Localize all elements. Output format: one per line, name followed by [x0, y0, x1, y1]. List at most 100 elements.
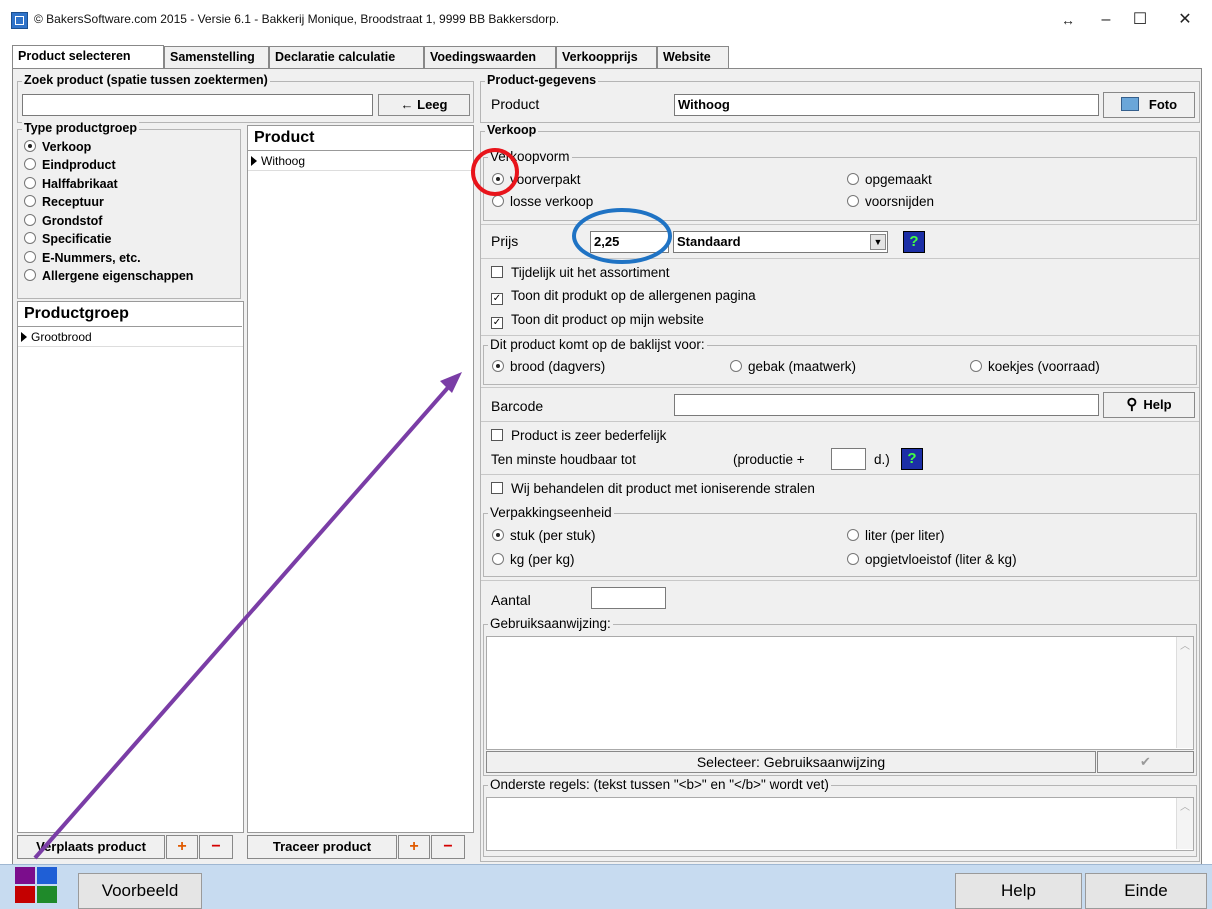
tab-verkoopprijs[interactable]: Verkoopprijs: [556, 46, 657, 68]
verplaats-product-button[interactable]: Verplaats product: [17, 835, 165, 859]
add-group-button[interactable]: +: [166, 835, 198, 859]
prijs-help-icon[interactable]: ?: [903, 231, 925, 253]
aantal-input[interactable]: [591, 587, 666, 609]
radio-voorverpakt[interactable]: voorverpakt: [492, 172, 581, 187]
radio-verkoop[interactable]: Verkoop: [24, 140, 91, 154]
dropdown-arrow-icon[interactable]: ▼: [870, 234, 886, 250]
days-label: d.): [874, 452, 890, 467]
tab-product-selecteren[interactable]: Product selecteren: [12, 45, 164, 69]
voorbeeld-button[interactable]: Voorbeeld: [78, 873, 202, 909]
magnifier-icon: ⚲: [1126, 396, 1138, 413]
remove-product-button[interactable]: −: [431, 835, 465, 859]
check-allergenen[interactable]: ✓ Toon dit produkt op de allergenen pagin…: [491, 288, 756, 305]
remove-group-button[interactable]: −: [199, 835, 233, 859]
radio-halffabrikaat[interactable]: Halffabrikaat: [24, 177, 118, 191]
radio-liter[interactable]: liter (per liter): [847, 528, 945, 543]
traceer-product-button[interactable]: Traceer product: [247, 835, 397, 859]
radio-kg[interactable]: kg (per kg): [492, 552, 575, 567]
checkbox: [491, 429, 503, 441]
radio-stuk[interactable]: stuk (per stuk): [492, 528, 596, 543]
verkoopvorm-group: Verkoopvorm voorverpakt opgemaakt losse …: [483, 149, 1197, 221]
radio-allergene[interactable]: Allergene eigenschappen: [24, 269, 193, 283]
radio-opgietvloeistof[interactable]: opgietvloeistof (liter & kg): [847, 552, 1017, 567]
foto-button[interactable]: Foto: [1103, 92, 1195, 118]
table-row[interactable]: Grootbrood: [18, 328, 243, 347]
maximize-button[interactable]: ☐: [1120, 6, 1160, 34]
confirm-check-button[interactable]: ✔: [1097, 751, 1194, 773]
main-panel: Zoek product (spatie tussen zoektermen) …: [12, 68, 1202, 865]
search-group: Zoek product (spatie tussen zoektermen) …: [17, 73, 474, 123]
radio-brood[interactable]: brood (dagvers): [492, 359, 605, 374]
radio-losse-verkoop[interactable]: losse verkoop: [492, 194, 593, 209]
product-header: Product: [248, 126, 472, 151]
checkbox: [491, 482, 503, 494]
help-button[interactable]: Help: [955, 873, 1082, 909]
clear-button[interactable]: ← Leeg: [378, 94, 470, 116]
productie-label: (productie +: [733, 452, 805, 467]
tab-declaratie-calculatie[interactable]: Declaratie calculatie: [269, 46, 424, 68]
verpakking-label: Verpakkingseenheid: [488, 505, 614, 520]
check-tijdelijk[interactable]: Tijdelijk uit het assortiment: [491, 265, 670, 280]
logo-square-purple: [15, 867, 35, 884]
radio-eindproduct[interactable]: Eindproduct: [24, 158, 116, 172]
radio-opgemaakt[interactable]: opgemaakt: [847, 172, 932, 187]
radio-dot: [847, 529, 859, 541]
gebruik-textarea[interactable]: [486, 636, 1194, 750]
scrollbar[interactable]: ︿: [1176, 798, 1193, 849]
divider: [481, 335, 1199, 336]
productgroep-header: Productgroep: [18, 302, 242, 327]
app-icon: [11, 12, 28, 29]
product-gegevens-group: Product-gegevens Product Withoog Foto: [480, 73, 1200, 123]
radio-dot: [492, 529, 504, 541]
radio-dot: [24, 140, 36, 152]
radio-koekjes[interactable]: koekjes (voorraad): [970, 359, 1100, 374]
tab-samenstelling[interactable]: Samenstelling: [164, 46, 269, 68]
check-ioniserend[interactable]: Wij behandelen dit product met ioniseren…: [491, 481, 815, 496]
radio-dot: [492, 195, 504, 207]
radio-voorsnijden[interactable]: voorsnijden: [847, 194, 934, 209]
onderste-label: Onderste regels: (tekst tussen "<b>" en …: [488, 777, 831, 792]
product-label: Product: [491, 96, 540, 112]
onderste-textarea[interactable]: [486, 797, 1194, 851]
divider: [481, 387, 1199, 388]
verkoop-label: Verkoop: [485, 123, 539, 137]
radio-dot: [492, 553, 504, 565]
einde-button[interactable]: Einde: [1085, 873, 1207, 909]
tab-voedingswaarden[interactable]: Voedingswaarden: [424, 46, 556, 68]
radio-grondstof[interactable]: Grondstof: [24, 214, 102, 228]
houdbaar-label: Ten minste houdbaar tot: [491, 452, 636, 467]
add-product-button[interactable]: +: [398, 835, 430, 859]
row-pointer-icon: [251, 156, 257, 166]
barcode-input[interactable]: [674, 394, 1099, 416]
radio-e-nummers[interactable]: E-Nummers, etc.: [24, 251, 141, 265]
barcode-help-button[interactable]: ⚲ Help: [1103, 392, 1195, 418]
resize-icon[interactable]: ↔: [1048, 6, 1088, 34]
row-pointer-icon: [21, 332, 27, 342]
tab-website[interactable]: Website: [657, 46, 729, 68]
scrollbar[interactable]: ︿: [1176, 637, 1193, 748]
houdbaar-help-icon[interactable]: ?: [901, 448, 923, 470]
productie-days-input[interactable]: [831, 448, 866, 470]
verpakking-group: Verpakkingseenheid stuk (per stuk) liter…: [483, 505, 1197, 577]
selecteer-gebruik-button[interactable]: Selecteer: Gebruiksaanwijzing: [486, 751, 1096, 773]
check-website[interactable]: ✓ Toon dit product op mijn website: [491, 312, 704, 329]
search-input[interactable]: [22, 94, 373, 116]
prijs-type-select[interactable]: Standaard ▼: [673, 231, 888, 253]
radio-dot: [847, 195, 859, 207]
product-grid: Product Withoog: [247, 125, 474, 833]
radio-receptuur[interactable]: Receptuur: [24, 195, 104, 209]
divider: [481, 580, 1199, 581]
radio-gebak[interactable]: gebak (maatwerk): [730, 359, 856, 374]
radio-dot: [492, 360, 504, 372]
radio-specificatie[interactable]: Specificatie: [24, 232, 111, 246]
check-bederfelijk[interactable]: Product is zeer bederfelijk: [491, 428, 666, 443]
product-name-field[interactable]: Withoog: [674, 94, 1099, 116]
close-button[interactable]: ✕: [1165, 6, 1205, 34]
table-row[interactable]: Withoog: [248, 152, 473, 171]
logo-square-green: [37, 886, 57, 903]
radio-dot: [847, 553, 859, 565]
radio-dot: [24, 177, 36, 189]
prijs-input[interactable]: 2,25: [590, 231, 669, 253]
divider: [481, 474, 1199, 475]
title-bar: © BakersSoftware.com 2015 - Versie 6.1 -…: [0, 0, 1212, 40]
